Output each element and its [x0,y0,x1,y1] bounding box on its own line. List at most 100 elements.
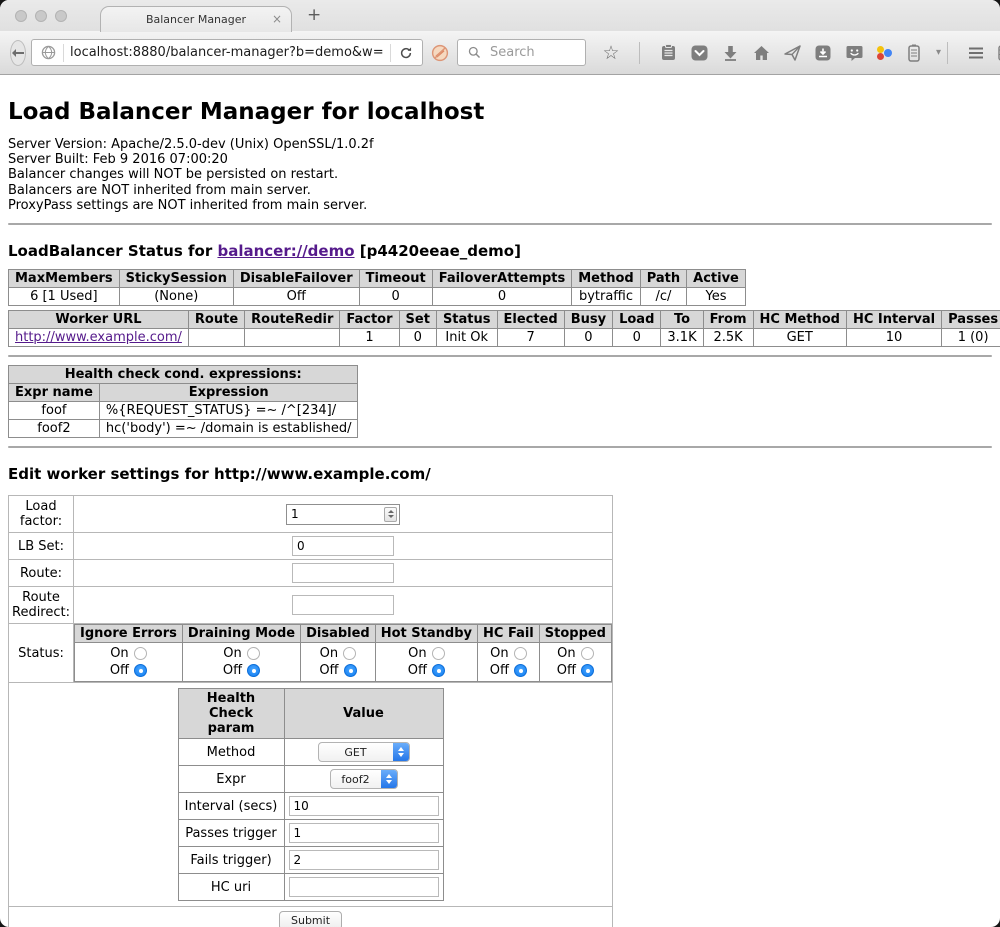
close-window-icon[interactable] [15,10,27,22]
form-row-hc: Health Check param Value Method GET Expr [9,683,613,907]
number-stepper-icon[interactable] [384,507,397,522]
reload-icon[interactable] [397,44,415,62]
column-header: Active [687,270,746,288]
titlebar: Balancer Manager × + [0,0,1000,31]
heading-text: [p4420eeae_demo] [355,242,521,260]
browser-window: Balancer Manager × + localhost:8880/bala… [0,0,1000,927]
worker-url-link[interactable]: http://www.example.com/ [15,330,182,345]
new-tab-button[interactable]: + [307,5,321,25]
colors-dots-icon[interactable] [876,45,892,61]
save-inbox-icon[interactable] [814,44,832,62]
route-input[interactable] [292,563,394,583]
zoom-window-icon[interactable] [55,10,67,22]
status-stopped-cell: On Off [539,643,611,682]
hc-row: Method GET [178,739,443,766]
tab-close-icon[interactable]: × [272,13,282,25]
send-tab-icon[interactable] [783,44,801,62]
downloads-icon[interactable] [721,44,739,62]
submit-button[interactable]: Submit [279,911,342,927]
cell-expr-name: foof [9,402,100,420]
hc-fails-input[interactable] [289,850,439,870]
battery-device-icon[interactable] [905,44,923,62]
urlbar-divider [63,44,64,62]
draining-mode-on-radio[interactable] [247,647,260,660]
lb-set-input[interactable] [292,536,394,556]
route-redirect-input[interactable] [292,595,394,615]
off-label: Off [490,662,509,679]
pocket-icon[interactable] [690,44,708,62]
column-header: Factor [340,311,399,329]
table-header-row: Worker URL Route RouteRedir Factor Set S… [9,311,1000,329]
on-label: On [320,645,338,662]
heading-text: LoadBalancer Status for [8,242,217,260]
table-row: 6 [1 Used] (None) Off 0 0 bytraffic /c/ … [9,288,746,306]
minimize-window-icon[interactable] [35,10,47,22]
select-arrows-icon [381,769,397,789]
selected-value: GET [319,746,393,759]
cell-from: 2.5K [703,329,753,347]
forum-smiley-icon[interactable] [845,44,863,62]
home-icon[interactable] [752,44,770,62]
hc-row: Fails trigger) [178,847,443,874]
ignore-errors-on-radio[interactable] [134,647,147,660]
status-hc-fail-cell: On Off [478,643,540,682]
cell-expression: hc('body') =~ /domain is established/ [99,420,358,438]
disabled-on-radio[interactable] [343,647,356,660]
route-label: Route: [9,560,74,587]
hamburger-menu-icon[interactable] [967,44,985,62]
hc-expr-select[interactable]: foof2 [330,769,398,789]
balancer-demo-link[interactable]: balancer://demo [217,242,354,260]
content-block-icon[interactable] [431,44,449,62]
search-input[interactable] [488,44,578,61]
status-table: Ignore Errors Draining Mode Disabled Hot… [74,624,612,682]
cell-disablefailover: Off [233,288,359,306]
cell-status: Init Ok [436,329,497,347]
column-header: MaxMembers [9,270,120,288]
column-header: Method [572,270,640,288]
page-title: Load Balancer Manager for localhost [8,99,992,125]
page-content: Load Balancer Manager for localhost Serv… [0,75,1000,927]
cell-active: Yes [687,288,746,306]
divider [8,223,992,225]
stopped-off-radio[interactable] [581,664,594,677]
cell-hc-method: GET [753,329,846,347]
hc-method-select[interactable]: GET [318,742,410,762]
worker-table: Worker URL Route RouteRedir Factor Set S… [8,310,1000,347]
expr-label: Expr [178,766,284,793]
hc-passes-input[interactable] [289,823,439,843]
url-bar[interactable]: localhost:8880/balancer-manager?b=demo&w… [31,39,423,66]
url-text[interactable]: localhost:8880/balancer-manager?b=demo&w… [70,45,384,60]
server-info-line: Balancer changes will NOT be persisted o… [8,167,992,182]
status-label: Status: [9,624,74,683]
hc-fail-on-radio[interactable] [514,647,527,660]
column-header: Value [284,689,443,739]
column-header: Set [399,311,436,329]
cell-factor: 1 [340,329,399,347]
hc-row: Expr foof2 [178,766,443,793]
hot-standby-off-radio[interactable] [432,664,445,677]
draining-mode-off-radio[interactable] [247,664,260,677]
expr-table-title: Health check cond. expressions: [9,366,358,384]
cell-stickysession: (None) [119,288,233,306]
tab-balancer-manager[interactable]: Balancer Manager × [100,6,292,32]
stopped-on-radio[interactable] [581,647,594,660]
ignore-errors-off-radio[interactable] [134,664,147,677]
on-label: On [490,645,508,662]
disabled-off-radio[interactable] [344,664,357,677]
search-bar[interactable] [457,39,586,66]
cell-set: 0 [399,329,436,347]
bookmark-star-icon[interactable]: ☆ [602,44,620,62]
hc-uri-input[interactable] [289,877,439,897]
status-ignore-errors-cell: On Off [75,643,183,682]
load-factor-input[interactable] [286,504,400,525]
table-header-row: Health Check param Value [178,689,443,739]
hc-fail-off-radio[interactable] [514,664,527,677]
traffic-lights [15,10,67,22]
cell-expression: %{REQUEST_STATUS} =~ /^[234]/ [99,402,358,420]
hot-standby-on-radio[interactable] [432,647,445,660]
back-button[interactable] [10,40,26,66]
edit-worker-form: Load factor: LB Set: Route: Route Redire… [8,495,613,927]
table-header-row: MaxMembers StickySession DisableFailover… [9,270,746,288]
hc-interval-input[interactable] [289,796,439,816]
clipboard-icon[interactable] [659,44,677,62]
